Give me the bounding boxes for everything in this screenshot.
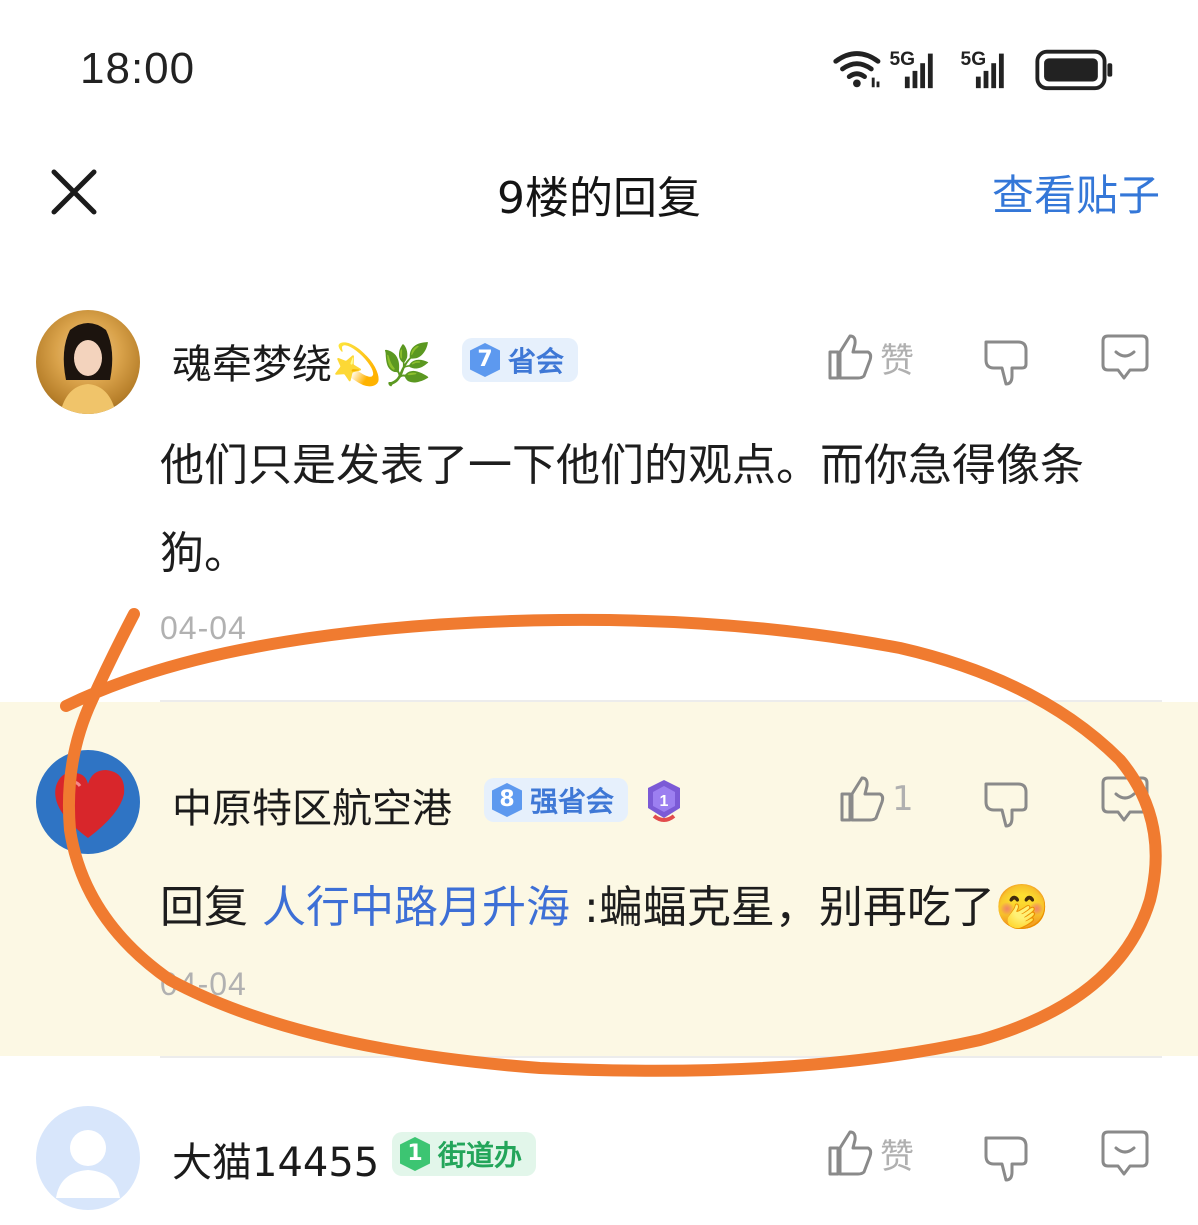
comment-item: 大猫14455 1 街道办 赞 [0,1058,1198,1225]
comment-text: 他们只是发表了一下他们的观点。而你急得像条狗。 [160,440,1084,579]
thumb-up-icon [840,776,885,822]
comment-time: 04-04 [160,966,247,1002]
level-title: 强省会 [530,785,615,818]
reply-target-user[interactable]: 人行中路月升海 [262,882,570,933]
like-button[interactable]: 赞 [826,332,914,382]
view-post-link[interactable]: 查看贴子 [992,162,1160,223]
thumb-up-icon [828,1130,873,1176]
like-label: 赞 [880,340,914,381]
reply-bubble-icon[interactable] [1100,332,1150,382]
reply-bubble-icon[interactable] [1100,1128,1150,1178]
thumb-up-icon [828,334,873,380]
username[interactable]: 中原特区航空港 [172,776,452,834]
username[interactable]: 魂牵梦绕💫🌿 [172,332,432,390]
like-label: 赞 [880,1136,914,1177]
thumb-down-icon[interactable] [982,780,1030,830]
status-bar: 18:00 5G 5G [0,0,1198,140]
medal-number: 1 [660,793,669,810]
reply-prefix: 回复 [160,882,248,933]
reply-bubble-icon[interactable] [1100,774,1150,824]
avatar[interactable] [36,1106,140,1210]
level-badge[interactable]: 8 强省会 [484,778,629,822]
level-badge[interactable]: 1 街道办 [392,1132,537,1176]
thumb-down-icon[interactable] [982,338,1030,388]
level-badge[interactable]: 7 省会 [462,338,579,382]
username[interactable]: 大猫14455 [172,1130,379,1188]
level-number: 1 [400,1137,430,1171]
level-number: 8 [492,783,522,817]
comment-text: 回复 人行中路月升海 :蝙蝠克星，别再吃了🤭 [160,864,1140,952]
comment-item-highlighted: 中原特区航空港 8 强省会 1 1 回复 人行中路月升海 :蝙蝠克星，别再吃了🤭 … [0,702,1198,1056]
level-title: 省会 [508,345,565,378]
status-time: 18:00 [80,44,196,93]
comment-item: 魂牵梦绕💫🌿 7 省会 赞 他们只是发表了一下他们的观点。而你急得像条狗。 04-… [0,290,1198,700]
default-avatar-icon [56,1130,120,1198]
network-label-2: 5G [961,49,987,70]
avatar[interactable] [36,310,140,414]
status-icons: 5G 5G [833,49,1113,91]
avatar-portrait [60,323,116,414]
username-text: 魂牵梦绕 [172,342,332,388]
network-label-1: 5G [890,49,916,70]
header-bar: 9楼的回复 查看贴子 [0,140,1198,240]
wifi-icon [833,51,881,88]
like-count: 1 [892,779,914,819]
like-button[interactable]: 1 [838,774,914,824]
battery-icon [1035,49,1113,91]
comment-time: 04-04 [160,610,247,646]
avatar[interactable] [36,750,140,854]
thumb-down-icon[interactable] [982,1134,1030,1184]
level-number: 7 [470,343,500,377]
name-emoji: 💫🌿 [332,342,432,388]
like-button[interactable]: 赞 [826,1128,914,1178]
covering-mouth-emoji: 🤭 [994,882,1050,933]
level-title: 街道办 [438,1139,523,1172]
heart-icon [55,770,125,838]
reply-body: :蝙蝠克星，别再吃了 [584,882,995,933]
medal-icon[interactable]: 1 [644,778,684,824]
